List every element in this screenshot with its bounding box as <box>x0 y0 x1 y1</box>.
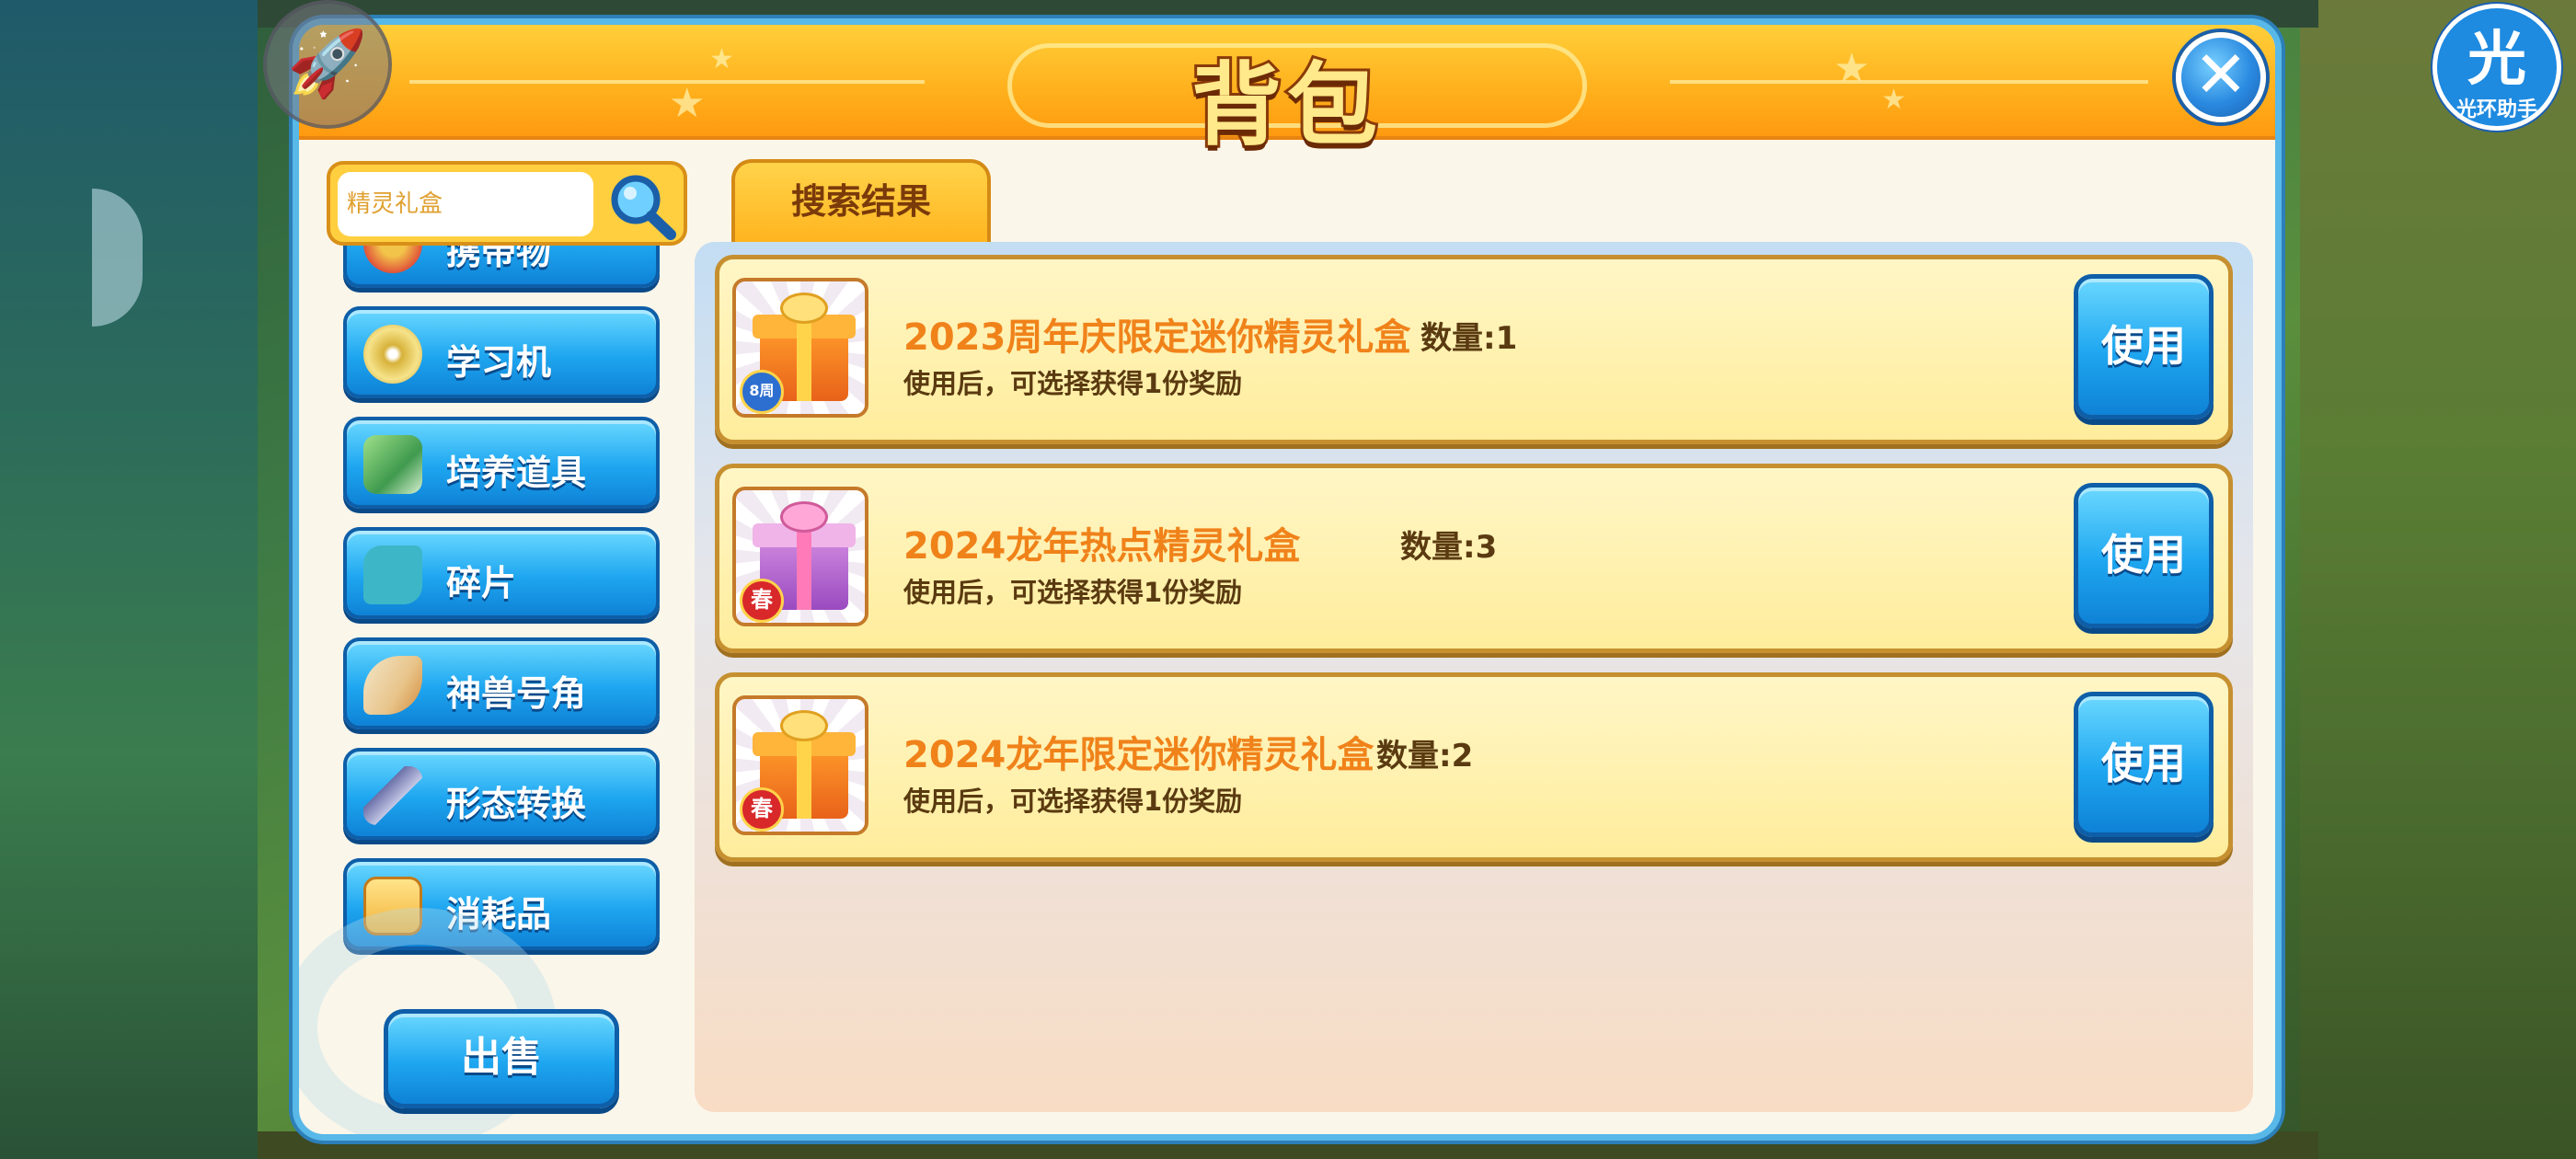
category-item[interactable]: 神兽号角 <box>343 637 660 729</box>
tab-search-results[interactable]: 搜索结果 <box>731 159 991 244</box>
item-name: 2024龙年限定迷你精灵礼盒 <box>903 734 1374 776</box>
gift-ribbon <box>797 315 811 401</box>
gift-box-icon: 春 <box>732 695 868 835</box>
spring-badge: 春 <box>740 787 784 832</box>
gift-box-icon: 8周年 <box>732 278 868 418</box>
list-item: 春 2024龙年热点精灵礼盒 数量:3 使用后，可选择获得1份奖励 使用 <box>715 464 2233 653</box>
category-item[interactable]: 碎片 <box>343 527 660 619</box>
category-label: 形态转换 <box>446 784 587 824</box>
helper-logo-icon: 光 <box>2467 26 2526 94</box>
backpack-panel: ★ ★ ★ ★ 背包 ✕ 携带物 学习机 培养道具 <box>293 18 2282 1141</box>
background-left <box>0 0 258 1159</box>
category-list: 携带物 学习机 培养道具 碎片 神兽号角 形态转换 消耗品 <box>336 246 667 989</box>
horn-icon <box>363 656 422 715</box>
item-name: 2023周年庆限定迷你精灵礼盒 <box>903 316 1411 359</box>
helper-badge[interactable]: 光 光环助手 <box>2432 4 2561 131</box>
category-item[interactable]: 形态转换 <box>343 748 660 840</box>
background-right <box>2300 0 2576 1159</box>
category-label: 碎片 <box>446 563 517 603</box>
results-list: 8周年 2023周年庆限定迷你精灵礼盒 数量:1 使用后，可选择获得1份奖励 使… <box>695 242 2253 1112</box>
ring-icon <box>363 246 422 273</box>
gift-box-icon: 春 <box>732 487 868 626</box>
close-button[interactable]: ✕ <box>2176 32 2266 122</box>
use-button[interactable]: 使用 <box>2074 274 2214 419</box>
potion-icon <box>363 435 422 494</box>
item-quantity: 数量:2 <box>1376 738 1474 775</box>
rocket-icon[interactable]: 🚀 <box>263 0 392 129</box>
sell-button[interactable]: 出售 <box>384 1009 619 1108</box>
item-description: 使用后，可选择获得1份奖励 <box>903 368 1243 399</box>
search-input[interactable] <box>338 172 593 236</box>
category-label: 携带物 <box>446 246 552 272</box>
item-description: 使用后，可选择获得1份奖励 <box>903 786 1243 817</box>
page-title: 背包 <box>1189 51 1383 161</box>
item-quantity: 数量:1 <box>1420 320 1518 357</box>
use-button[interactable]: 使用 <box>2074 692 2214 837</box>
anniversary-badge: 8周年 <box>740 370 784 414</box>
disc-icon <box>363 325 422 384</box>
category-item[interactable]: 学习机 <box>343 306 660 398</box>
category-label: 培养道具 <box>446 453 587 493</box>
item-name: 2024龙年热点精灵礼盒 <box>903 525 1301 568</box>
search-icon[interactable] <box>606 170 680 240</box>
category-item[interactable]: 培养道具 <box>343 417 660 509</box>
item-description: 使用后，可选择获得1份奖励 <box>903 577 1243 608</box>
gift-bow <box>780 501 828 533</box>
search-bar <box>327 161 687 246</box>
gift-ribbon <box>797 523 811 610</box>
feather-icon <box>363 766 422 825</box>
use-button[interactable]: 使用 <box>2074 483 2214 628</box>
spring-badge: 春 <box>740 579 784 623</box>
item-quantity: 数量:3 <box>1400 529 1498 566</box>
category-label: 神兽号角 <box>446 673 587 714</box>
list-item: 8周年 2023周年庆限定迷你精灵礼盒 数量:1 使用后，可选择获得1份奖励 使… <box>715 255 2233 444</box>
gift-bow <box>780 710 828 741</box>
category-label: 学习机 <box>446 342 552 383</box>
helper-label: 光环助手 <box>2455 98 2537 121</box>
panel-header: ★ ★ ★ ★ 背包 ✕ <box>299 25 2275 161</box>
gift-ribbon <box>797 732 811 819</box>
category-item[interactable]: 携带物 <box>343 246 660 288</box>
list-item: 春 2024龙年限定迷你精灵礼盒 数量:2 使用后，可选择获得1份奖励 使用 <box>715 672 2233 862</box>
puzzle-icon <box>363 545 422 604</box>
gift-bow <box>780 293 828 324</box>
